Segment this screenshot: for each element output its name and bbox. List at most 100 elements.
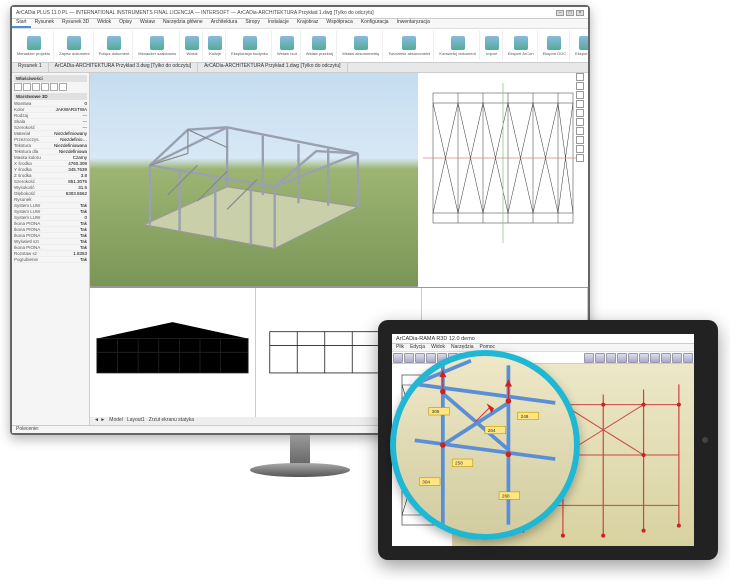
tool-icon[interactable]: [32, 83, 40, 91]
panel-title: Warstwowe 3D: [14, 93, 87, 100]
ribbon-label: Wstaw przekrój: [306, 51, 333, 56]
ribbon-label: Zapisz dokument: [59, 51, 89, 56]
ribbon-tab[interactable]: Instalacje: [264, 19, 293, 28]
minimize-button[interactable]: –: [556, 10, 564, 16]
tool-icon[interactable]: [628, 353, 638, 363]
model-tab[interactable]: Layout1: [127, 417, 145, 425]
tool-icon[interactable]: [650, 353, 660, 363]
tool-icon[interactable]: [415, 353, 425, 363]
ribbon-tab[interactable]: Konfiguracja: [357, 19, 393, 28]
tool-icon[interactable]: [14, 83, 22, 91]
prop-value: Niezdefiniowany: [51, 131, 88, 136]
tool-icon[interactable]: [617, 353, 627, 363]
svg-text:258: 258: [455, 461, 463, 466]
ribbon-button[interactable]: Import: [482, 31, 503, 60]
document-tabs: Rysunek 1 ArCADia-ARCHITEKTURA Przykład …: [12, 63, 588, 73]
document-tab[interactable]: Rysunek 1: [12, 63, 49, 72]
tool-icon[interactable]: [576, 127, 584, 135]
property-row[interactable]: PogrubienieTak: [14, 257, 87, 263]
svg-text:304: 304: [422, 479, 430, 484]
tool-icon[interactable]: [576, 145, 584, 153]
prop-key: Rodzaj: [14, 113, 51, 118]
model-tab[interactable]: Zrzut ekranu statyka: [149, 417, 194, 425]
ribbon-button[interactable]: Eksport DOC: [540, 31, 571, 60]
ribbon-button[interactable]: Wstaw rzut: [274, 31, 301, 60]
maximize-button[interactable]: □: [566, 10, 574, 16]
menu-item[interactable]: Edycja: [410, 344, 425, 351]
3d-viewport[interactable]: [90, 73, 418, 287]
prop-key: System LUW: [14, 215, 51, 220]
prop-key: Ikona PIONA: [14, 245, 51, 250]
tool-icon[interactable]: [639, 353, 649, 363]
app-title: ArCADia PLUS 11.0 PL — INTERNATIONAL INS…: [16, 10, 229, 16]
ribbon-icon: [547, 36, 561, 50]
tool-icon[interactable]: [576, 154, 584, 162]
tool-icon[interactable]: [576, 136, 584, 144]
ribbon-button[interactable]: Tworzenie aksonometrii: [385, 31, 434, 60]
prop-key: Y środka: [14, 167, 51, 172]
prop-value: Tak: [51, 233, 88, 238]
ribbon-tab[interactable]: Rysunek: [31, 19, 58, 28]
ribbon-tab[interactable]: Współpraca: [322, 19, 356, 28]
elevation-viewport[interactable]: [90, 288, 256, 417]
tool-icon[interactable]: [393, 353, 403, 363]
ribbon-tab[interactable]: Rysunek 3D: [58, 19, 93, 28]
ribbon-tab[interactable]: Narzędzia główne: [159, 19, 207, 28]
tool-icon[interactable]: [576, 118, 584, 126]
tablet-titlebar: ArCADia-RAMA R3D 12.0 demo: [392, 334, 694, 344]
ribbon-tab[interactable]: Widok: [93, 19, 115, 28]
ribbon-tab[interactable]: Wstaw: [136, 19, 159, 28]
prop-key: Warstwa: [14, 101, 51, 106]
ribbon-tab[interactable]: Start: [12, 19, 31, 28]
close-button[interactable]: ×: [576, 10, 584, 16]
model-tab[interactable]: ◄ ►: [94, 417, 105, 425]
prop-key: System LUW: [14, 203, 51, 208]
tool-icon[interactable]: [576, 100, 584, 108]
tool-icon[interactable]: [576, 91, 584, 99]
ribbon-button[interactable]: Wstaw przekrój: [303, 31, 337, 60]
ribbon-tab[interactable]: Architektura: [207, 19, 242, 28]
model-tab[interactable]: Model: [109, 417, 123, 425]
ribbon-tabs: Start Rysunek Rysunek 3D Widok Opisy Wst…: [12, 19, 588, 29]
prop-key: Przezroczys.: [14, 137, 51, 142]
ribbon-tab[interactable]: Opisy: [115, 19, 136, 28]
ribbon-button[interactable]: Eksploracja budynku: [228, 31, 272, 60]
menu-item[interactable]: Narzędzia: [451, 344, 474, 351]
tool-icon[interactable]: [59, 83, 67, 91]
ribbon-button[interactable]: Wstaw aksonometrię: [339, 31, 383, 60]
tool-icon[interactable]: [23, 83, 31, 91]
tool-icon[interactable]: [672, 353, 682, 363]
command-line[interactable]: Polecenie:: [16, 426, 39, 433]
ribbon-tab[interactable]: Stropy: [241, 19, 263, 28]
ribbon-tab[interactable]: Krajobraz: [293, 19, 322, 28]
ribbon-tab[interactable]: Inwentaryzacja: [393, 19, 434, 28]
ribbon-button[interactable]: Konwertuj dokument: [436, 31, 479, 60]
ribbon-button[interactable]: Zapisz dokument: [56, 31, 93, 60]
tool-icon[interactable]: [576, 73, 584, 81]
tool-icon[interactable]: [683, 353, 693, 363]
2d-plan-viewport[interactable]: [418, 73, 588, 287]
ribbon-button[interactable]: Menadżer projektu: [14, 31, 54, 60]
tool-icon[interactable]: [584, 353, 594, 363]
tablet-menu-bar: Plik Edycja Widok Narzędzia Pomoc: [392, 344, 694, 352]
tool-icon[interactable]: [576, 109, 584, 117]
ribbon-button[interactable]: Eksport ArCon: [505, 31, 538, 60]
tool-icon[interactable]: [41, 83, 49, 91]
menu-item[interactable]: Plik: [396, 344, 404, 351]
document-tab[interactable]: ArCADia-ARCHITEKTURA Przykład 1.dwg [Tyl…: [198, 63, 347, 72]
tool-icon[interactable]: [426, 353, 436, 363]
tool-icon[interactable]: [661, 353, 671, 363]
tool-icon[interactable]: [606, 353, 616, 363]
ribbon-button[interactable]: Połącz dokument: [96, 31, 134, 60]
tool-icon[interactable]: [595, 353, 605, 363]
ribbon-button[interactable]: Eksport OBJ: [572, 31, 588, 60]
tool-icon[interactable]: [404, 353, 414, 363]
document-tab[interactable]: ArCADia-ARCHITEKTURA Przykład 3.dwg [Tyl…: [49, 63, 198, 72]
tool-icon[interactable]: [576, 82, 584, 90]
ribbon-button[interactable]: Widok: [182, 31, 203, 60]
menu-item[interactable]: Widok: [431, 344, 445, 351]
ribbon-button[interactable]: Kolizje: [205, 31, 226, 60]
ribbon-button[interactable]: Menadżer szablonów: [135, 31, 180, 60]
tool-icon[interactable]: [50, 83, 58, 91]
ribbon-label: Widok: [187, 51, 198, 56]
